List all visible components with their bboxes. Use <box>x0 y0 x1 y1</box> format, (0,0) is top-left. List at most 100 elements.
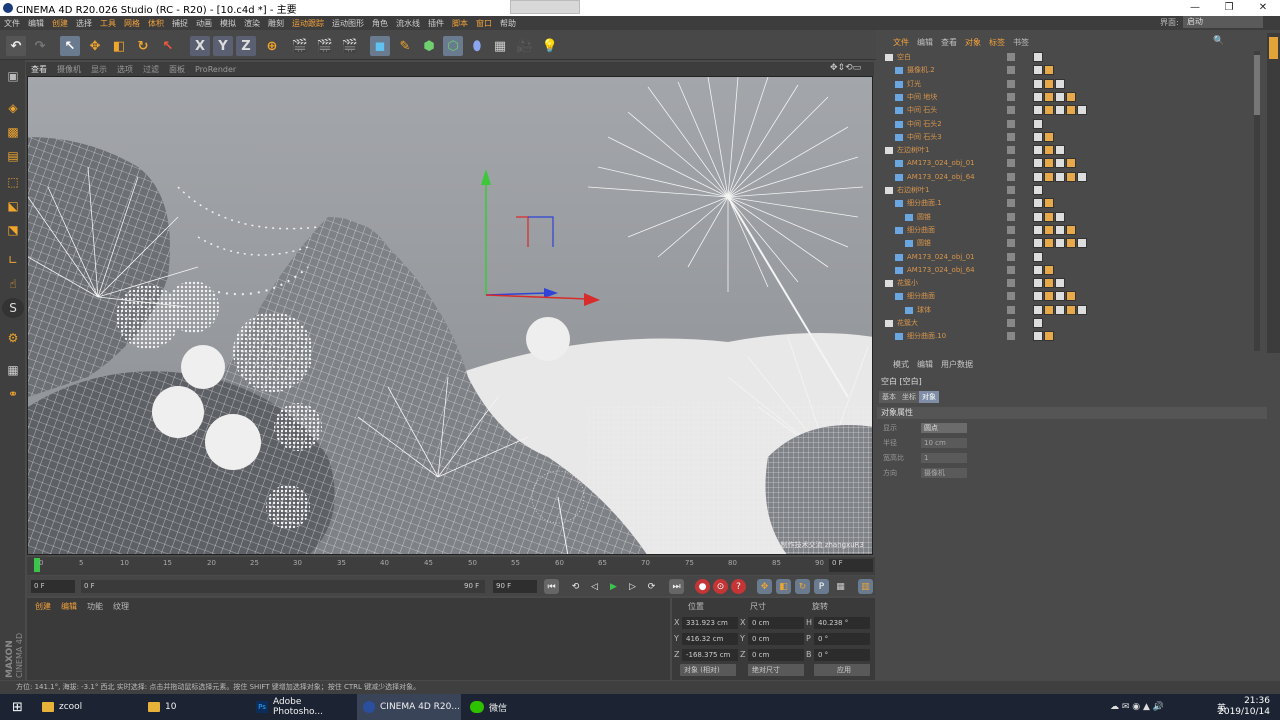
range-max-field[interactable]: 90 F <box>461 580 485 593</box>
position-y-field[interactable]: 416.32 cm <box>682 633 738 645</box>
object-row[interactable]: 细分曲面 <box>879 224 1249 237</box>
object-tags[interactable] <box>1033 278 1065 289</box>
render-view-icon[interactable]: 🎬 <box>290 36 310 56</box>
object-row[interactable]: AM173_024_obj_01 <box>879 157 1249 170</box>
obj-menu-edit[interactable]: 编辑 <box>917 37 933 48</box>
z-axis-lock-icon[interactable]: Z <box>236 36 256 56</box>
obj-menu-bookmarks[interactable]: 书签 <box>1013 37 1029 48</box>
visibility-toggle[interactable] <box>1007 79 1015 88</box>
scale-icon[interactable]: ◧ <box>109 36 129 56</box>
tray-icons[interactable]: ☁ ✉ ◉ ▲ 🔊 <box>1110 702 1164 712</box>
object-row[interactable]: 灯光 <box>879 78 1249 91</box>
tag-icon[interactable] <box>1033 105 1043 116</box>
taskbar-wechat[interactable]: 微信 <box>464 694 568 720</box>
point-level-icon[interactable]: ▦ <box>833 579 848 594</box>
taskbar-photoshop[interactable]: Ps Adobe Photosho... <box>250 694 354 720</box>
tag-icon[interactable] <box>1066 291 1076 302</box>
tag-icon[interactable] <box>1033 278 1043 289</box>
visibility-toggle[interactable] <box>1007 305 1015 314</box>
visibility-toggle[interactable] <box>1007 212 1015 221</box>
attr-tab-coordinates[interactable]: 坐标 <box>899 391 919 403</box>
menu-script[interactable]: 脚本 <box>448 18 472 29</box>
model-mode-icon[interactable]: ◈ <box>2 98 24 118</box>
tag-icon[interactable] <box>1055 238 1065 249</box>
taskbar-folder-10[interactable]: 10 <box>142 694 246 720</box>
visibility-toggle[interactable] <box>1007 66 1015 75</box>
menu-help[interactable]: 帮助 <box>496 18 520 29</box>
visibility-toggle[interactable] <box>1007 132 1015 141</box>
menu-mesh[interactable]: 网格 <box>120 18 144 29</box>
position-z-field[interactable]: -168.375 cm <box>682 649 738 661</box>
object-row[interactable]: 摄像机.2 <box>879 64 1249 77</box>
tag-icon[interactable] <box>1033 78 1043 89</box>
attr-display-row[interactable]: 显示 圆点 <box>883 422 967 434</box>
visibility-toggle[interactable] <box>1007 199 1015 208</box>
object-row[interactable]: 细分曲面.10 <box>879 330 1249 343</box>
viewport-menu-cameras[interactable]: 摄像机 <box>52 64 86 75</box>
menu-animate[interactable]: 动画 <box>192 18 216 29</box>
object-tags[interactable] <box>1033 158 1076 169</box>
start-frame-field[interactable]: 0 F <box>31 580 75 593</box>
tag-icon[interactable] <box>1033 238 1043 249</box>
menu-edit[interactable]: 编辑 <box>24 18 48 29</box>
previous-key-icon[interactable]: ⟲ <box>568 579 583 594</box>
tag-icon[interactable] <box>1044 211 1054 222</box>
object-tags[interactable] <box>1033 145 1065 156</box>
snap-icon[interactable]: S <box>2 298 24 318</box>
object-row[interactable]: 花簇大 <box>879 317 1249 330</box>
visibility-toggle[interactable] <box>1007 119 1015 128</box>
visibility-toggle[interactable] <box>1007 252 1015 261</box>
object-tags[interactable] <box>1033 331 1054 342</box>
tag-icon[interactable] <box>1044 131 1054 142</box>
tag-icon[interactable] <box>1044 304 1054 315</box>
visibility-toggle[interactable] <box>1007 53 1015 61</box>
attr-menu-edit[interactable]: 编辑 <box>917 359 933 370</box>
tag-icon[interactable] <box>1044 224 1054 235</box>
tag-icon[interactable] <box>1055 158 1065 169</box>
tag-icon[interactable] <box>1055 291 1065 302</box>
tag-icon[interactable] <box>1033 52 1043 62</box>
visibility-toggle[interactable] <box>1007 146 1015 155</box>
menu-character[interactable]: 角色 <box>368 18 392 29</box>
tag-icon[interactable] <box>1033 251 1043 262</box>
tag-icon[interactable] <box>1033 291 1043 302</box>
menu-simulate[interactable]: 模拟 <box>216 18 240 29</box>
go-to-end-icon[interactable]: ⏭ <box>669 579 684 594</box>
object-row[interactable]: 球体 <box>879 304 1249 317</box>
object-tags[interactable] <box>1033 224 1076 235</box>
size-x-field[interactable]: 0 cm <box>748 617 804 629</box>
current-frame-field[interactable]: 0 F <box>829 559 873 572</box>
tag-icon[interactable] <box>1033 185 1043 195</box>
attr-orientation-row[interactable]: 方向 摄像机 <box>883 467 967 479</box>
visibility-toggle[interactable] <box>1007 106 1015 115</box>
scale-track-icon[interactable]: ◧ <box>776 579 791 594</box>
tag-icon[interactable] <box>1033 211 1043 222</box>
object-row[interactable]: 右边树叶1 <box>879 184 1249 197</box>
recent-tool-icon[interactable]: ↖ <box>158 36 178 56</box>
object-row[interactable]: 空白 <box>879 51 1249 64</box>
menu-create[interactable]: 创建 <box>48 18 72 29</box>
tag-icon[interactable] <box>1033 65 1043 76</box>
tag-icon[interactable] <box>1033 331 1043 342</box>
tag-icon[interactable] <box>1033 304 1043 315</box>
tag-icon[interactable] <box>1033 145 1043 156</box>
subdivision-icon[interactable]: ⬢ <box>419 36 439 56</box>
menu-snap[interactable]: 捕捉 <box>168 18 192 29</box>
obj-search-icon[interactable]: 🔍 <box>1213 36 1224 46</box>
tag-icon[interactable] <box>1055 211 1065 222</box>
object-row[interactable]: 中间 石头3 <box>879 131 1249 144</box>
close-button[interactable]: ✕ <box>1246 0 1280 16</box>
menu-plugins[interactable]: 插件 <box>424 18 448 29</box>
right-side-tabs[interactable] <box>1267 33 1280 353</box>
taskbar-cinema4d[interactable]: CINEMA 4D R20... <box>357 694 461 720</box>
tag-icon[interactable] <box>1066 171 1076 182</box>
menu-motion-tracking[interactable]: 运动跟踪 <box>288 18 328 29</box>
object-tags[interactable] <box>1033 304 1087 315</box>
object-tags[interactable] <box>1033 91 1076 102</box>
object-list-scrollbar[interactable] <box>1254 51 1260 351</box>
redo-icon[interactable]: ↷ <box>30 36 50 56</box>
tag-icon[interactable] <box>1055 91 1065 102</box>
tag-icon[interactable] <box>1044 331 1054 342</box>
visibility-toggle[interactable] <box>1007 239 1015 248</box>
light-icon[interactable]: 💡 <box>540 36 560 56</box>
